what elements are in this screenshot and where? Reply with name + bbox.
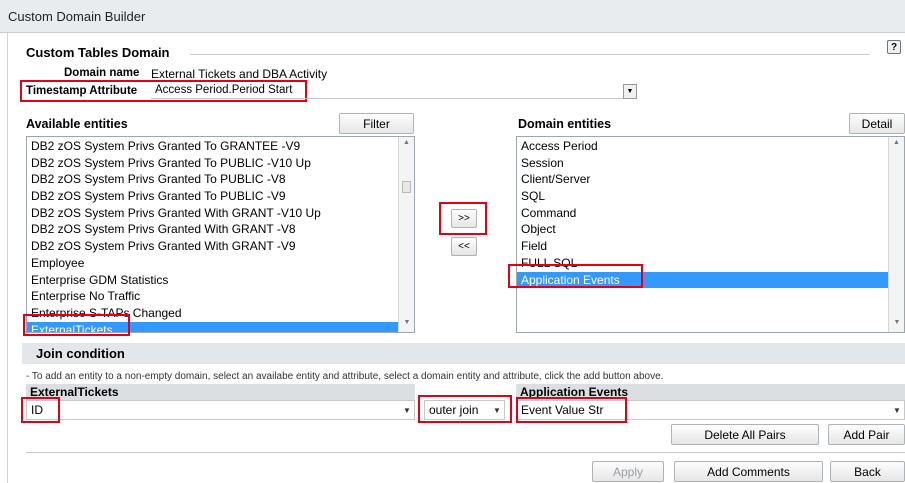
- domain-entities-label: Domain entities: [518, 117, 612, 131]
- list-item[interactable]: DB2 zOS System Privs Granted With GRANT …: [27, 221, 414, 238]
- left-attribute-select[interactable]: ID ▼: [26, 400, 415, 420]
- chevron-down-icon[interactable]: ▼: [893, 406, 901, 415]
- remove-entity-button[interactable]: <<: [451, 237, 477, 256]
- list-item[interactable]: DB2 zOS System Privs Granted To PUBLIC -…: [27, 188, 414, 205]
- apply-button[interactable]: Apply: [592, 461, 664, 482]
- externaltickets-highlight: [23, 314, 130, 336]
- list-item[interactable]: DB2 zOS System Privs Granted To PUBLIC -…: [27, 171, 414, 188]
- list-item[interactable]: DB2 zOS System Privs Granted To PUBLIC -…: [27, 155, 414, 172]
- help-icon[interactable]: ?: [887, 40, 901, 54]
- list-item[interactable]: SQL: [517, 188, 904, 205]
- list-item[interactable]: Session: [517, 155, 904, 172]
- left-entity-header: ExternalTickets: [26, 384, 415, 400]
- domain-name-label: Domain name: [64, 67, 140, 79]
- join-type-highlight: [418, 395, 512, 423]
- list-item[interactable]: Object: [517, 221, 904, 238]
- list-item[interactable]: Employee: [27, 255, 414, 272]
- footer-rule: [26, 452, 905, 453]
- scroll-down-icon[interactable]: ▼: [399, 319, 414, 326]
- timestamp-label: Timestamp Attribute: [26, 85, 138, 97]
- back-button[interactable]: Back: [830, 461, 905, 482]
- right-entity-header: Application Events: [516, 384, 905, 400]
- available-entities-label: Available entities: [26, 117, 128, 131]
- list-item[interactable]: Enterprise GDM Statistics: [27, 272, 414, 289]
- frame-border: [7, 33, 8, 483]
- timestamp-select[interactable]: Access Period.Period Start ▼: [151, 84, 637, 99]
- chevron-down-icon[interactable]: ▼: [403, 406, 411, 415]
- window-title: Custom Domain Builder: [0, 0, 905, 33]
- delete-all-pairs-button[interactable]: Delete All Pairs: [671, 424, 819, 445]
- available-scrollbar[interactable]: ▲ ▼: [398, 137, 414, 332]
- domain-scrollbar[interactable]: ▲ ▼: [888, 137, 904, 332]
- section-title-rule: [190, 54, 870, 55]
- list-item[interactable]: DB2 zOS System Privs Granted To GRANTEE …: [27, 138, 414, 155]
- event-value-highlight: [516, 397, 627, 423]
- id-highlight: [21, 397, 60, 423]
- list-item[interactable]: DB2 zOS System Privs Granted With GRANT …: [27, 205, 414, 222]
- join-hint: - To add an entity to a non-empty domain…: [26, 371, 664, 382]
- add-entity-button[interactable]: >>: [451, 209, 477, 228]
- add-pair-button[interactable]: Add Pair: [828, 424, 905, 445]
- detail-button[interactable]: Detail: [849, 113, 905, 134]
- domain-entities-list[interactable]: Access Period Session Client/Server SQL …: [516, 136, 905, 333]
- timestamp-value: Access Period.Period Start: [155, 84, 293, 96]
- list-item[interactable]: Client/Server: [517, 171, 904, 188]
- list-item[interactable]: Access Period: [517, 138, 904, 155]
- add-comments-button[interactable]: Add Comments: [674, 461, 823, 482]
- list-item[interactable]: Field: [517, 238, 904, 255]
- domain-name-value: External Tickets and DBA Activity: [151, 67, 328, 81]
- list-item[interactable]: DB2 zOS System Privs Granted With GRANT …: [27, 238, 414, 255]
- join-condition-header: Join condition: [22, 343, 905, 364]
- scroll-down-icon[interactable]: ▼: [889, 319, 904, 326]
- available-entities-list[interactable]: DB2 zOS System Privs Granted To GRANTEE …: [26, 136, 415, 333]
- chevron-down-icon[interactable]: ▼: [623, 84, 637, 99]
- list-item[interactable]: Enterprise No Traffic: [27, 288, 414, 305]
- scroll-up-icon[interactable]: ▲: [889, 139, 904, 146]
- scroll-up-icon[interactable]: ▲: [399, 139, 414, 146]
- scroll-thumb[interactable]: [402, 181, 411, 193]
- section-title: Custom Tables Domain: [26, 45, 170, 60]
- list-item[interactable]: Command: [517, 205, 904, 222]
- filter-button[interactable]: Filter: [339, 113, 414, 134]
- application-events-highlight: [508, 264, 643, 288]
